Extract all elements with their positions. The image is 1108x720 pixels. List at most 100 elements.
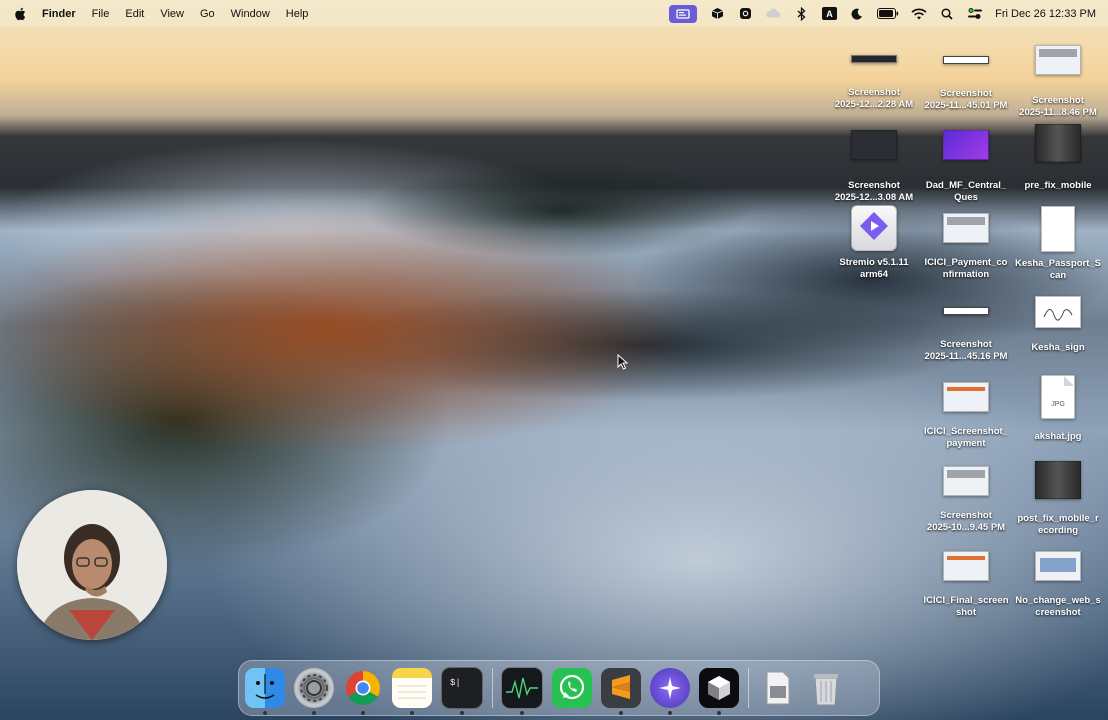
preview-icon — [766, 671, 790, 705]
menu-view[interactable]: View — [160, 8, 184, 20]
desktop-file-no-change-web-screenshot[interactable]: No_change_web_s creenshot — [1012, 551, 1104, 619]
dock-separator — [748, 668, 749, 708]
menu-help[interactable]: Help — [286, 8, 309, 20]
menu-finder[interactable]: Finder — [42, 8, 76, 20]
desktop-file-stremio[interactable]: Stremio v5.1.11 arm64 — [828, 205, 920, 281]
file-label: Screenshot 2025-11...45.16 PM — [924, 339, 1008, 362]
desktop-file-akshat-jpg[interactable]: JPG akshat.jpg — [1012, 375, 1104, 443]
wifi-icon[interactable] — [911, 6, 927, 22]
desktop-file-screenshot-3[interactable]: Screenshot 2025-11...8.46 PM — [1012, 45, 1104, 119]
bluetooth-icon[interactable] — [793, 6, 809, 22]
file-thumbnail — [1035, 551, 1081, 581]
dock-chrome[interactable] — [343, 668, 383, 715]
desktop-file-screenshot-6[interactable]: Screenshot 2025-10...9.45 PM — [920, 466, 1012, 534]
dock-notes[interactable] — [392, 668, 432, 715]
running-indicator — [717, 711, 721, 715]
svg-text:JPG: JPG — [1051, 401, 1065, 408]
finder-icon — [255, 674, 275, 699]
file-label: Screenshot 2025-12...2.28 AM — [834, 87, 914, 110]
record-icon[interactable] — [737, 6, 753, 22]
dock-preview[interactable] — [757, 668, 797, 708]
file-thumbnail — [943, 551, 989, 581]
desktop-file-icici-screenshot-payment[interactable]: ICICI_Screenshot_ payment — [920, 382, 1012, 450]
webcam-person-image — [17, 490, 167, 640]
file-label: Stremio v5.1.11 arm64 — [839, 257, 909, 280]
file-thumbnail — [943, 466, 989, 496]
dock-whatsapp[interactable] — [552, 668, 592, 708]
desktop-file-icici-payment-confirmation[interactable]: ICICI_Payment_co nfirmation — [920, 213, 1012, 281]
file-thumbnail — [1041, 206, 1075, 252]
menu-bar-clock[interactable]: Fri Dec 26 12:33 PM — [995, 8, 1096, 20]
file-label: ICICI_Screenshot_ payment — [924, 426, 1008, 449]
moon-icon[interactable] — [849, 6, 865, 22]
input-source-letter: A — [826, 9, 833, 19]
dock-cursor-app[interactable] — [699, 668, 739, 715]
file-label: pre_fix_mobile — [1024, 180, 1092, 191]
desktop-file-screenshot-2[interactable]: Screenshot 2025-11...45.01 PM — [920, 45, 1012, 112]
input-source-icon[interactable]: A — [821, 6, 837, 22]
running-indicator — [263, 711, 267, 715]
file-label: Kesha_Passport_S can — [1014, 258, 1102, 281]
dock-perplexity[interactable] — [650, 668, 690, 715]
package-icon[interactable] — [709, 6, 725, 22]
chrome-icon — [346, 671, 380, 705]
menu-go[interactable]: Go — [200, 8, 215, 20]
desktop-file-dad-mf-central-ques[interactable]: Dad_MF_Central_ Ques — [920, 130, 1012, 204]
running-indicator — [361, 711, 365, 715]
desktop-file-kesha-sign[interactable]: Kesha_sign — [1012, 296, 1104, 354]
file-thumbnail — [1035, 45, 1081, 75]
menu-file[interactable]: File — [92, 8, 110, 20]
desktop-file-kesha-passport-scan[interactable]: Kesha_Passport_S can — [1012, 206, 1104, 282]
running-indicator — [460, 711, 464, 715]
cloud-icon[interactable] — [765, 6, 781, 22]
file-label: akshat.jpg — [1034, 431, 1082, 442]
file-thumbnail — [851, 130, 897, 160]
dock-finder[interactable] — [245, 668, 285, 715]
desktop-file-screenshot-1[interactable]: Screenshot 2025-12...2.28 AM — [828, 45, 920, 111]
running-indicator — [312, 711, 316, 715]
file-thumbnail — [943, 307, 989, 315]
file-label: Screenshot 2025-11...45.01 PM — [924, 88, 1008, 111]
dock-sublime-text[interactable] — [601, 668, 641, 715]
file-label: Screenshot 2025-12...3.08 AM — [834, 180, 914, 203]
desktop-file-pre-fix-mobile[interactable]: pre_fix_mobile — [1012, 124, 1104, 192]
file-label: post_fix_mobile_r ecording — [1017, 513, 1099, 536]
dock-trash[interactable] — [806, 668, 846, 708]
dock-terminal[interactable]: $| — [441, 667, 483, 715]
search-icon[interactable] — [939, 6, 955, 22]
menu-window[interactable]: Window — [231, 8, 270, 20]
terminal-glyph: $| — [450, 678, 461, 688]
dock-activity-monitor[interactable] — [501, 667, 543, 715]
battery-icon[interactable] — [877, 6, 899, 22]
file-thumbnail — [943, 130, 989, 160]
stremio-icon — [851, 205, 897, 251]
perplexity-icon — [659, 677, 681, 699]
terminal-icon: $| — [450, 678, 461, 688]
dock-system-settings[interactable] — [294, 668, 334, 715]
desktop-file-icici-final-screenshot[interactable]: ICICI_Final_screen shot — [920, 551, 1012, 619]
desktop-file-post-fix-mobile-recording[interactable]: post_fix_mobile_r ecording — [1012, 461, 1104, 537]
jpg-file-icon: JPG — [1041, 375, 1075, 419]
dock: $| — [238, 660, 880, 716]
file-thumbnail — [943, 213, 989, 243]
menu-edit[interactable]: Edit — [125, 8, 144, 20]
mouse-cursor-icon — [617, 354, 629, 370]
file-label: Screenshot 2025-10...9.45 PM — [926, 510, 1006, 533]
apple-icon[interactable] — [14, 7, 26, 21]
sublime-text-icon — [612, 675, 630, 699]
desktop-file-screenshot-5[interactable]: Screenshot 2025-11...45.16 PM — [920, 296, 1012, 363]
whatsapp-icon — [559, 674, 585, 700]
file-thumbnail — [1035, 296, 1081, 328]
running-indicator — [619, 711, 623, 715]
notes-icon — [398, 685, 426, 699]
dock-separator — [492, 668, 493, 708]
screen-share-icon[interactable] — [669, 4, 698, 23]
desktop-file-screenshot-4[interactable]: Screenshot 2025-12...3.08 AM — [828, 130, 920, 204]
trash-icon — [814, 674, 838, 706]
file-label: ICICI_Payment_co nfirmation — [924, 257, 1008, 280]
file-thumbnail — [851, 55, 897, 63]
control-center-icon[interactable] — [967, 6, 983, 22]
webcam-overlay[interactable] — [17, 490, 167, 640]
file-label: Kesha_sign — [1031, 342, 1085, 353]
file-label: ICICI_Final_screen shot — [923, 595, 1009, 618]
